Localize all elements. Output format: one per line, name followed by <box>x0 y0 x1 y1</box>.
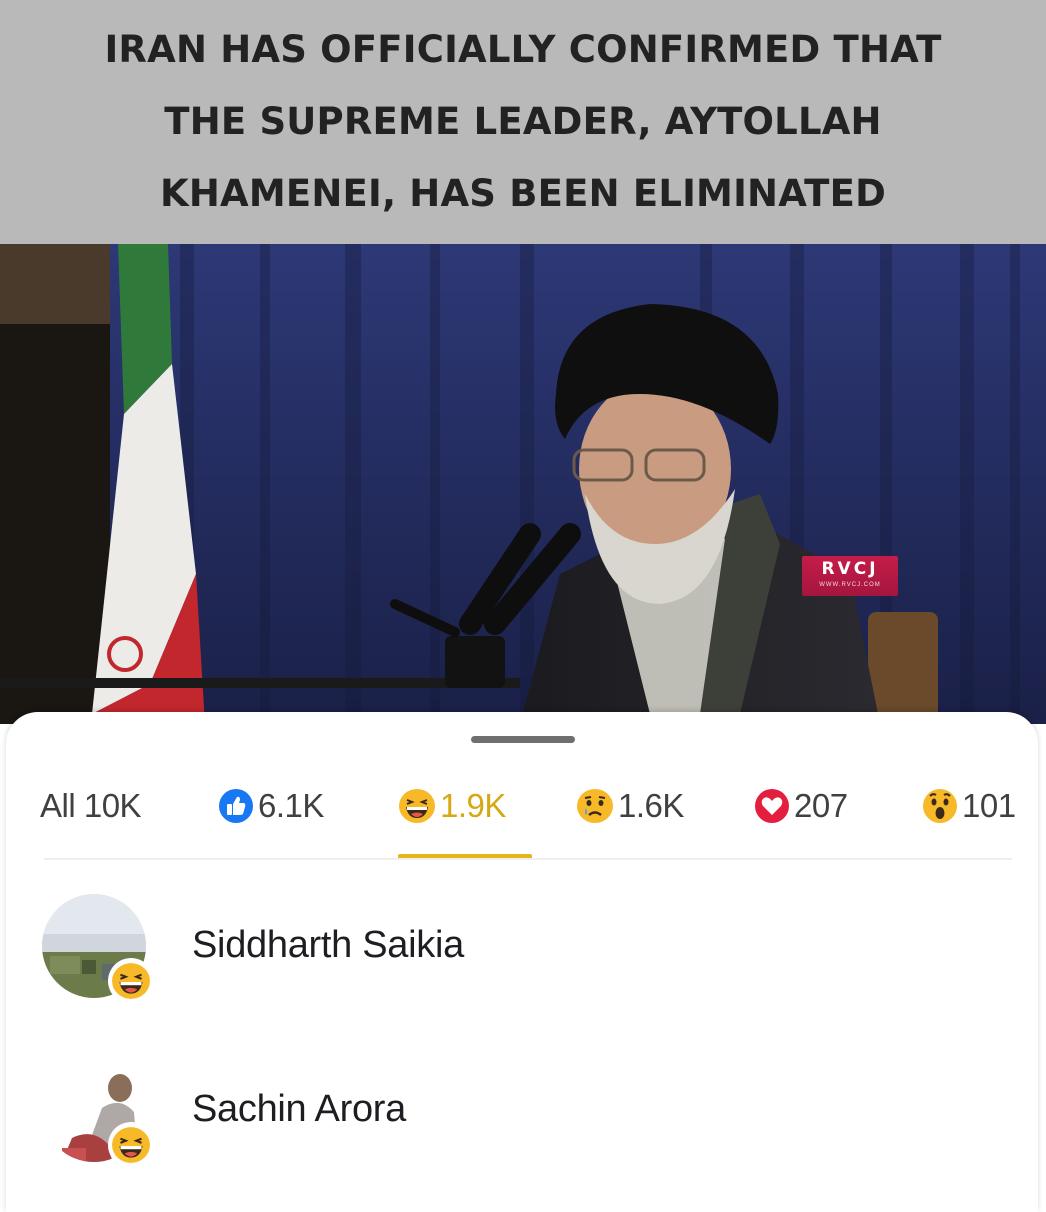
tab-haha[interactable]: 1.9K <box>398 782 506 830</box>
avatar-with-reaction <box>42 1058 154 1168</box>
reaction-tabs: All 10K 6.1K 1.9K 1.6K 207 101 <box>6 782 1038 832</box>
tab-sad-label: 1.6K <box>618 787 684 824</box>
love-icon <box>754 788 790 824</box>
rvcj-watermark: RVCJ WWW.RVCJ.COM <box>802 556 898 596</box>
tabs-divider <box>44 858 1012 860</box>
photo-illustration <box>0 244 1046 724</box>
wow-icon <box>922 788 958 824</box>
watermark-logo-text: RVCJ <box>821 559 879 579</box>
haha-icon <box>108 1122 154 1168</box>
like-icon <box>218 788 254 824</box>
haha-icon <box>398 788 436 824</box>
tab-all-label: All 10K <box>40 787 142 824</box>
list-item[interactable]: Siddharth Saikia <box>42 894 1022 1004</box>
chair <box>868 612 938 724</box>
tab-like[interactable]: 6.1K <box>218 782 324 830</box>
list-item[interactable]: Sachin Arora <box>42 1058 1022 1168</box>
tab-love[interactable]: 207 <box>754 782 848 830</box>
sad-icon <box>576 788 614 824</box>
tab-love-label: 207 <box>794 787 848 824</box>
drag-handle[interactable] <box>471 736 575 743</box>
tab-like-label: 6.1K <box>258 787 324 824</box>
headline-line-3: KHAMENEI, HAS BEEN ELIMINATED <box>160 172 886 215</box>
news-photo <box>0 244 1046 724</box>
headline-line-1: IRAN HAS OFFICIALLY CONFIRMED THAT <box>104 28 942 71</box>
watermark-url: WWW.RVCJ.COM <box>819 582 881 588</box>
tab-all[interactable]: All 10K <box>40 782 142 830</box>
reactor-name[interactable]: Siddharth Saikia <box>192 924 464 967</box>
headline-line-2: THE SUPREME LEADER, AYTOLLAH <box>164 100 882 143</box>
headline-text: IRAN HAS OFFICIALLY CONFIRMED THAT THE S… <box>13 14 1033 230</box>
avatar-with-reaction <box>42 894 154 1004</box>
tab-wow[interactable]: 101 <box>922 782 1016 830</box>
reactions-sheet: All 10K 6.1K 1.9K 1.6K 207 101 Siddharth… <box>6 712 1038 1212</box>
tab-sad[interactable]: 1.6K <box>576 782 684 830</box>
tab-haha-label: 1.9K <box>440 787 506 824</box>
reactor-name[interactable]: Sachin Arora <box>192 1088 406 1131</box>
tab-wow-label: 101 <box>962 787 1016 824</box>
headline-banner: IRAN HAS OFFICIALLY CONFIRMED THAT THE S… <box>0 0 1046 244</box>
haha-icon <box>108 958 154 1004</box>
